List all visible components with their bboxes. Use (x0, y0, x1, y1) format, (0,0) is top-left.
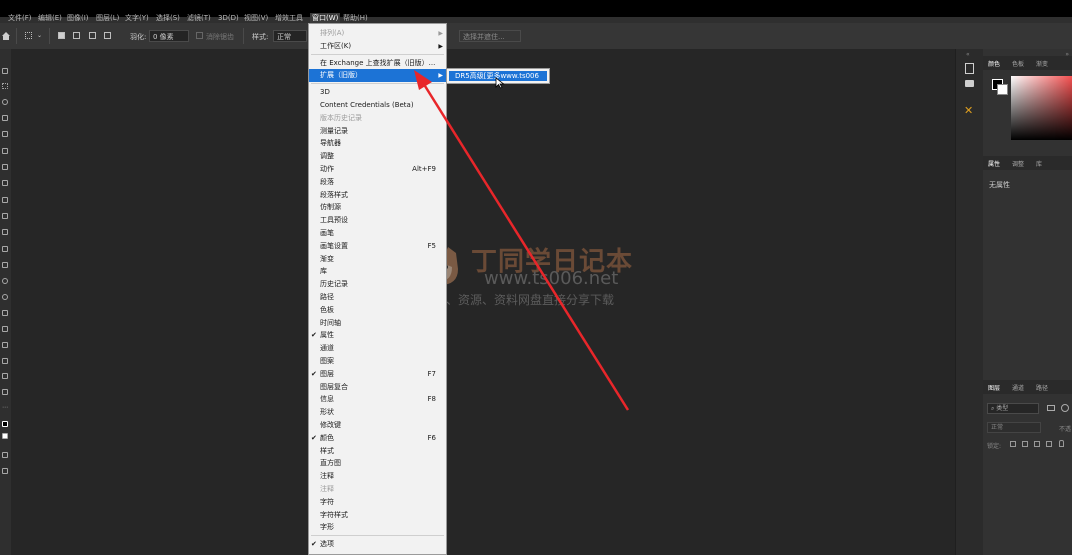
annotation-arrow-head (414, 70, 432, 90)
annotation-arrow (414, 70, 630, 411)
mouse-pointer-icon (495, 77, 505, 89)
annotation-arrow-line (423, 85, 630, 411)
